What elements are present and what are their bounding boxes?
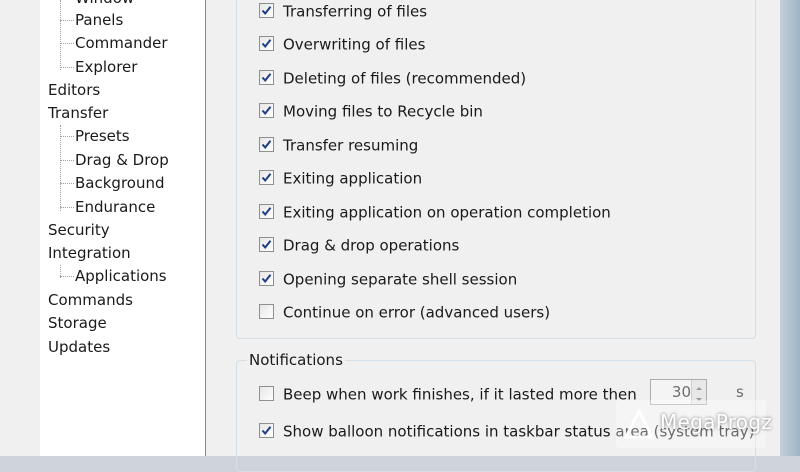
checkmark-icon xyxy=(261,207,272,217)
tree-item[interactable]: Panels xyxy=(75,9,123,31)
confirmation-checkbox[interactable] xyxy=(259,304,274,319)
tree-item[interactable]: Background xyxy=(75,172,165,194)
confirmation-checkbox[interactable] xyxy=(259,237,274,252)
megaprogz-logo-icon xyxy=(624,409,654,439)
tree-item[interactable]: Integration xyxy=(48,242,131,264)
notifications-title: Notifications xyxy=(247,349,345,371)
confirmation-checkbox-row[interactable]: Exiting application on operation complet… xyxy=(259,201,611,223)
confirmation-checkbox[interactable] xyxy=(259,70,274,85)
checkmark-icon xyxy=(261,426,272,436)
tree-connector xyxy=(60,276,74,277)
watermark-text: MegaProgz xyxy=(660,410,773,434)
checkmark-icon xyxy=(261,140,272,150)
confirmation-label: Overwriting of files xyxy=(283,35,426,54)
tree-item[interactable]: Window xyxy=(75,0,134,9)
confirmation-checkbox[interactable] xyxy=(259,103,274,118)
tree-item[interactable]: Commands xyxy=(48,289,133,311)
confirmation-label: Continue on error (advanced users) xyxy=(283,303,551,322)
tree-connector xyxy=(60,183,74,184)
beep-checkbox[interactable] xyxy=(259,386,274,401)
confirmation-label: Exiting application xyxy=(283,169,423,188)
tree-connector xyxy=(60,43,74,44)
confirmation-label: Deleting of files (recommended) xyxy=(283,69,527,88)
tree-connector xyxy=(60,136,74,137)
confirmation-checkbox-row[interactable]: Overwriting of files xyxy=(259,33,425,55)
tree-connector xyxy=(60,67,74,68)
checkmark-icon xyxy=(261,106,272,116)
confirmation-checkbox[interactable] xyxy=(259,3,274,18)
beep-checkbox-row[interactable]: Beep when work finishes, if it lasted mo… xyxy=(259,383,637,405)
confirmation-label: Transfer resuming xyxy=(283,136,419,155)
confirmation-label: Moving files to Recycle bin xyxy=(283,102,483,121)
confirmation-checkbox-row[interactable]: Transferring of files xyxy=(259,0,427,22)
confirmation-checkbox-row[interactable]: Moving files to Recycle bin xyxy=(259,100,483,122)
confirmation-checkbox-row[interactable]: Drag & drop operations xyxy=(259,234,459,256)
tree-connector xyxy=(60,160,74,161)
preferences-dialog: WindowPanelsCommanderExplorerEditorsTran… xyxy=(0,0,780,472)
tree-item[interactable]: Security xyxy=(48,219,110,241)
confirmation-label: Opening separate shell session xyxy=(283,270,518,289)
confirmation-checkbox-row[interactable]: Deleting of files (recommended) xyxy=(259,67,526,89)
confirmation-checkbox-row[interactable]: Transfer resuming xyxy=(259,134,418,156)
confirmation-label: Drag & drop operations xyxy=(283,236,460,255)
confirmation-checkbox[interactable] xyxy=(259,36,274,51)
checkmark-icon xyxy=(261,39,272,49)
tree-connector xyxy=(60,125,61,211)
tree-item[interactable]: Storage xyxy=(48,312,107,334)
confirmation-label: Exiting application on operation complet… xyxy=(283,203,611,222)
beep-label: Beep when work finishes, if it lasted mo… xyxy=(283,385,637,404)
tree-connector xyxy=(60,0,61,70)
checkmark-icon xyxy=(261,240,272,250)
checkmark-icon xyxy=(261,73,272,83)
confirmation-checkbox[interactable] xyxy=(259,204,274,219)
tree-item[interactable]: Applications xyxy=(75,265,167,287)
desktop-background xyxy=(780,0,800,456)
confirmation-checkbox[interactable] xyxy=(259,137,274,152)
checkmark-icon xyxy=(261,6,272,16)
balloon-checkbox[interactable] xyxy=(259,423,274,438)
confirmation-checkbox[interactable] xyxy=(259,170,274,185)
tree-item[interactable]: Explorer xyxy=(75,56,137,78)
confirmation-checkbox-row[interactable]: Exiting application xyxy=(259,167,422,189)
tree-item[interactable]: Endurance xyxy=(75,196,155,218)
tree-connector xyxy=(60,207,74,208)
tree-connector xyxy=(60,20,74,21)
confirmation-checkbox-row[interactable]: Opening separate shell session xyxy=(259,268,517,290)
tree-item[interactable]: Editors xyxy=(48,79,100,101)
tree-item[interactable]: Drag & Drop xyxy=(75,149,169,171)
tree-item[interactable]: Presets xyxy=(75,125,130,147)
confirmation-label: Transferring of files xyxy=(283,2,428,21)
tree-item[interactable]: Commander xyxy=(75,32,168,54)
confirmation-checkbox-row[interactable]: Continue on error (advanced users) xyxy=(259,301,550,323)
checkmark-icon xyxy=(261,173,272,183)
confirmation-checkbox[interactable] xyxy=(259,271,274,286)
tree-item[interactable]: Transfer xyxy=(48,102,108,124)
checkmark-icon xyxy=(261,274,272,284)
preferences-tree[interactable]: WindowPanelsCommanderExplorerEditorsTran… xyxy=(40,0,206,456)
tree-item[interactable]: Updates xyxy=(48,336,110,358)
